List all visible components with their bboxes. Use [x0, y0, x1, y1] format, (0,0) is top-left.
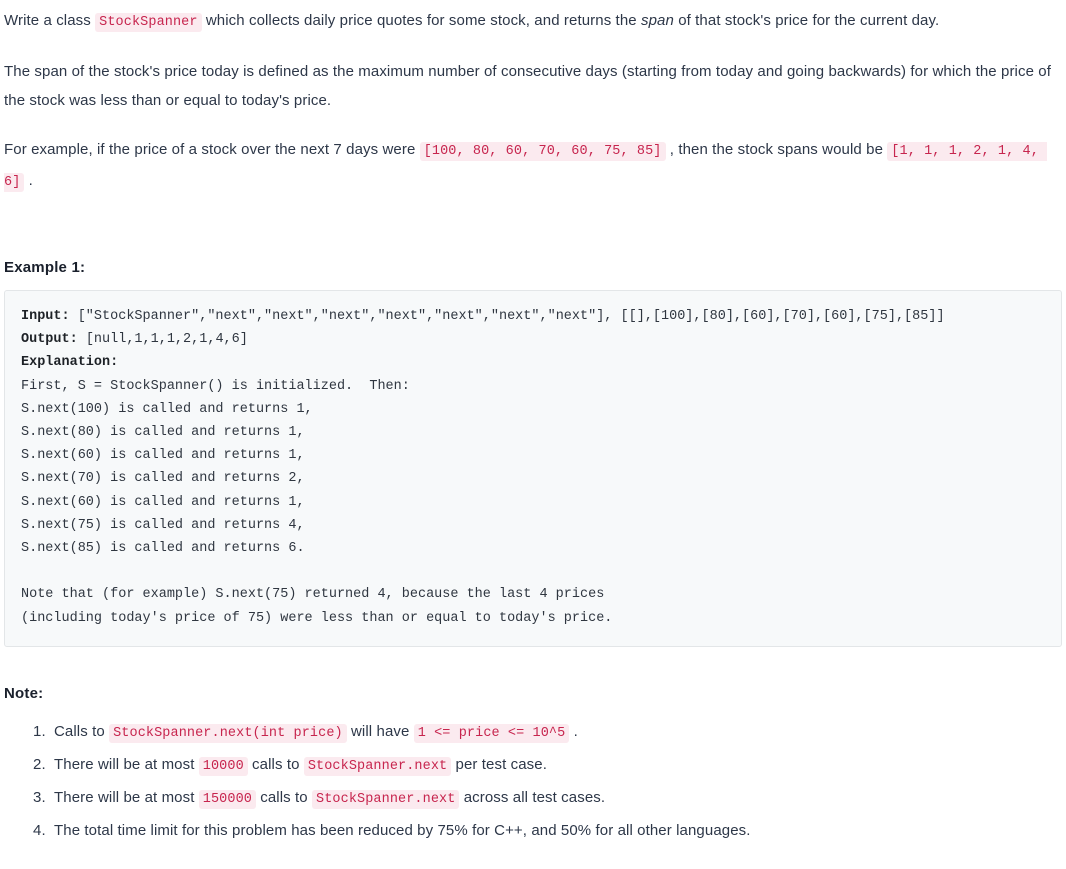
note-inline-code-3-a: 150000 — [198, 789, 256, 809]
note-inline-code-2-b: StockSpanner.next — [303, 756, 452, 776]
example-heading: Example 1: — [4, 259, 86, 276]
intro-text-2: which collects daily price quotes for so… — [201, 12, 641, 29]
spacer-before-note — [4, 647, 1060, 685]
note-text-3-b: calls to — [255, 788, 313, 806]
note-heading: Note: — [4, 684, 44, 702]
note-inline-code-2-a: 10000 — [198, 756, 248, 776]
problem-description-page: Write a class StockSpanner which collect… — [0, 0, 1066, 846]
intro-text-3: of that stock's price for the current da… — [673, 12, 940, 29]
note-list-item: There will be at most 150000 calls to St… — [50, 782, 1060, 815]
note-list: Calls to StockSpanner.next(int price) wi… — [4, 716, 1060, 846]
note-text-3-c: across all test cases. — [459, 788, 606, 806]
intro-paragraph-1: Write a class StockSpanner which collect… — [4, 6, 1060, 37]
intro-paragraph-2: The span of the stock's price today is d… — [4, 63, 1052, 109]
note-text-1-b: will have — [346, 722, 414, 740]
input-value: ["StockSpanner","next","next","next","ne… — [69, 309, 945, 324]
input-label: Input: — [21, 309, 70, 324]
example-text-2: , then the stock spans would be — [665, 141, 888, 158]
output-value: [null,1,1,1,2,1,4,6] — [77, 332, 248, 348]
note-text-2-c: per test case. — [451, 755, 547, 773]
explanation-body: First, S = StockSpanner() is initialized… — [21, 378, 613, 626]
note-text-3-a: There will be at most — [54, 788, 199, 806]
note-text-1-a: Calls to — [54, 722, 110, 740]
intro-paragraph-3: For example, if the price of a stock ove… — [4, 135, 1060, 197]
note-inline-code-3-b: StockSpanner.next — [312, 789, 460, 809]
inline-code-prices-array: [100, 80, 60, 70, 60, 75, 85] — [419, 142, 666, 161]
example-text-3: . — [24, 172, 33, 189]
spacer-before-example — [4, 217, 1060, 259]
note-list-item: There will be at most 10000 calls to Sto… — [50, 749, 1060, 782]
note-inline-code-1-b: 1 <= price <= 10^5 — [413, 723, 570, 743]
note-text-4-a: The total time limit for this problem ha… — [54, 821, 751, 839]
note-text-1-c: . — [569, 722, 578, 740]
explanation-label: Explanation: — [21, 355, 119, 371]
note-list-item: The total time limit for this problem ha… — [50, 815, 1060, 846]
inline-code-stockspanner: StockSpanner — [95, 13, 202, 32]
note-text-2-b: calls to — [247, 755, 304, 773]
note-text-2-a: There will be at most — [54, 755, 199, 773]
emphasis-span: span — [640, 12, 674, 29]
example-text-1: For example, if the price of a stock ove… — [4, 141, 420, 158]
note-inline-code-1-a: StockSpanner.next(int price) — [109, 723, 347, 743]
intro-text-1: Write a class — [4, 12, 96, 29]
output-label: Output: — [21, 332, 78, 348]
example-code-block: Input: ["StockSpanner","next","next","ne… — [4, 290, 1062, 647]
note-list-item: Calls to StockSpanner.next(int price) wi… — [50, 716, 1060, 749]
